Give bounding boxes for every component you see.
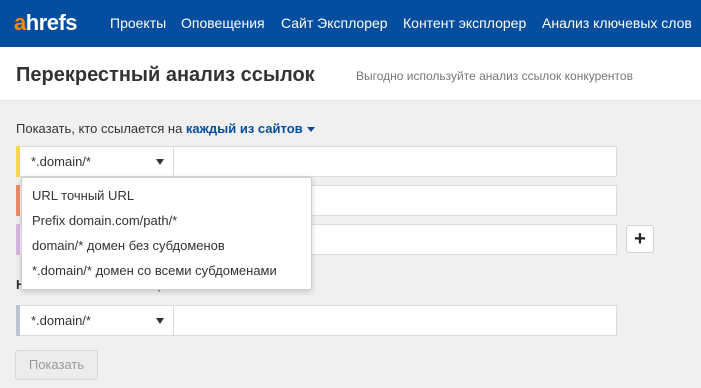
ahrefs-logo[interactable]: ahrefs [14,10,78,36]
mode-select-value: *.domain/* [31,313,91,328]
show-prefix: Показать, кто ссылается на [16,121,183,136]
exclude-input[interactable] [175,306,616,335]
page-subtitle: Выгодно используйте анализ ссылок конкур… [356,69,633,83]
exclude-row: *.domain/* [16,305,617,336]
caret-down-icon [156,318,164,324]
nav-alerts[interactable]: Оповещения [181,15,265,31]
logo-rest: hrefs [25,10,78,35]
nav-projects[interactable]: Проекты [110,15,166,31]
target-input-1[interactable] [175,147,616,176]
page-header: Перекрестный анализ ссылок Выгодно испол… [0,47,701,101]
chevron-down-icon[interactable] [306,127,315,133]
nav-keywords-explorer[interactable]: Анализ ключевых слов [542,15,692,31]
nav-site-explorer[interactable]: Сайт Эксплорер [281,15,388,31]
mode-dropdown-menu: URL точный URL Prefix domain.com/path/* … [21,177,312,290]
mode-select-value: *.domain/* [31,154,91,169]
mode-select[interactable]: *.domain/* [20,147,174,176]
mode-option-prefix[interactable]: Prefix domain.com/path/* [22,208,311,233]
add-target-button[interactable]: + [626,225,654,253]
target-mode-link[interactable]: каждый из сайтов [186,121,303,136]
logo-accent: a [14,10,26,35]
mode-select[interactable]: *.domain/* [20,306,174,335]
row-color-stripe [16,224,20,255]
show-label: Показать, кто ссылается на каждый из сай… [16,121,315,136]
row-color-stripe [16,185,20,216]
mode-option-url[interactable]: URL точный URL [22,183,311,208]
target-row-1: *.domain/* [16,146,617,177]
top-nav: ahrefs Проекты Оповещения Сайт Эксплорер… [0,0,701,47]
page-title: Перекрестный анализ ссылок [16,64,315,86]
mode-option-domain[interactable]: domain/* домен без субдоменов [22,233,311,258]
show-button[interactable]: Показать [15,350,98,380]
caret-down-icon [156,159,164,165]
nav-content-explorer[interactable]: Контент эксплорер [403,15,526,31]
mode-option-subdomains[interactable]: *.domain/* домен со всеми субдоменами [22,258,311,283]
